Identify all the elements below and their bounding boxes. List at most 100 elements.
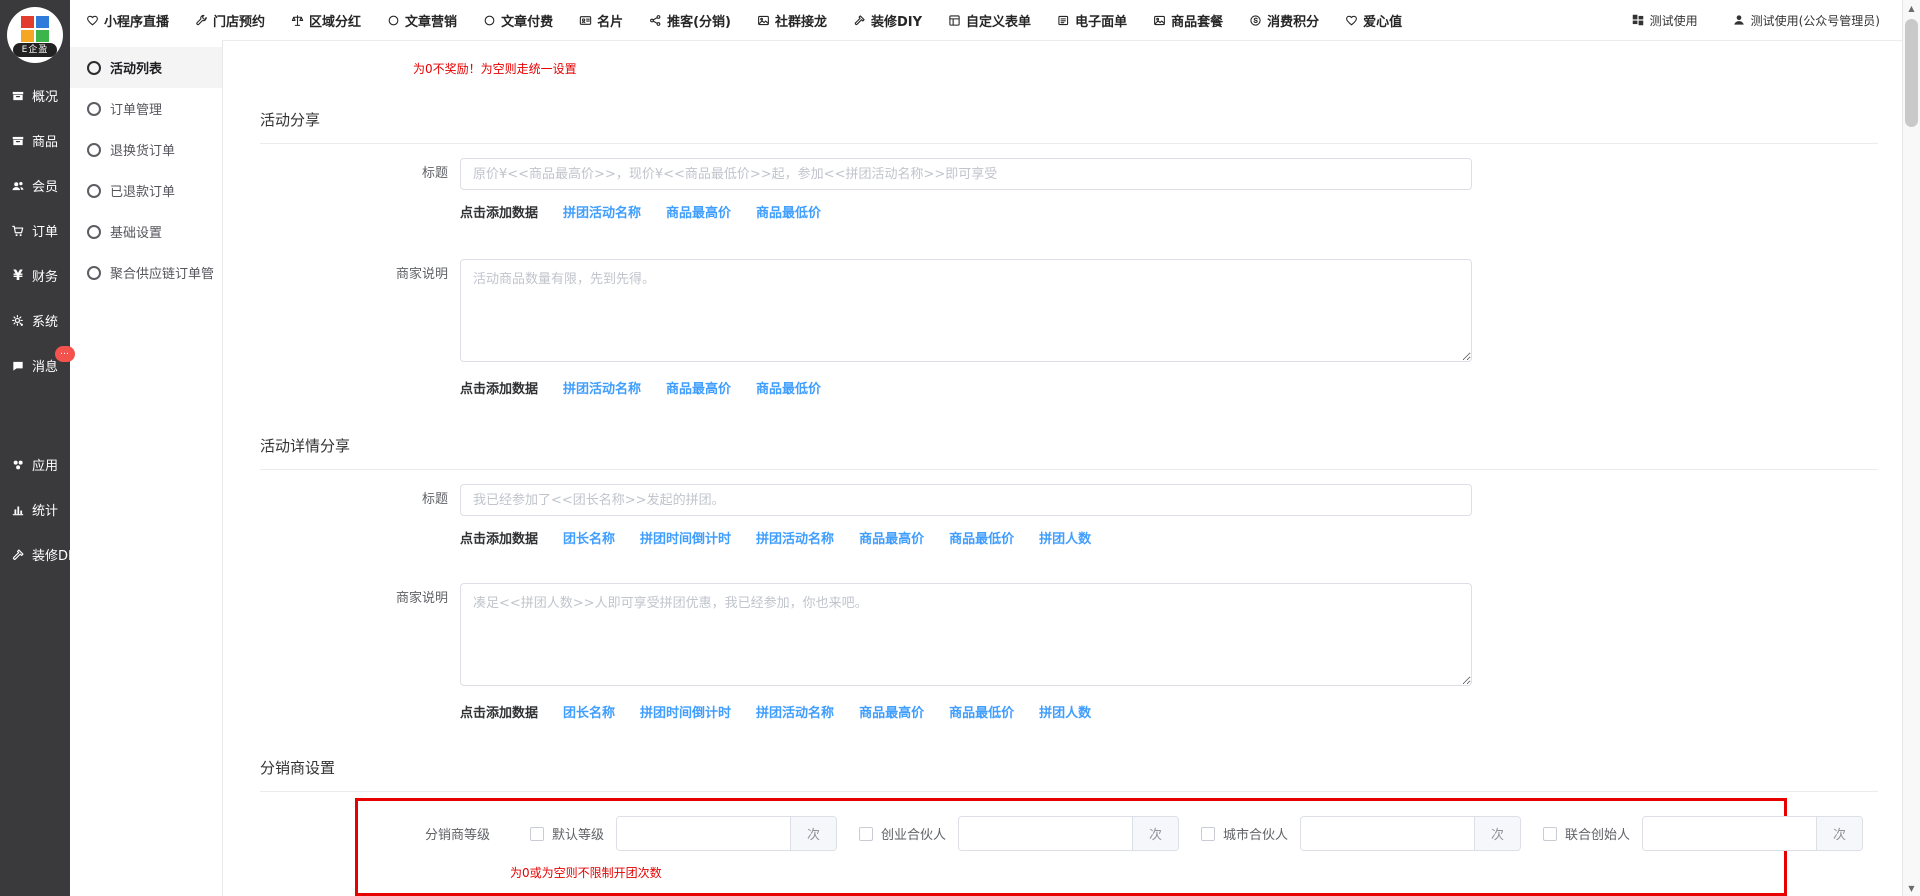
sidebar-item-apps[interactable]: 应用: [0, 442, 70, 487]
city-partner-times-input[interactable]: [1301, 817, 1474, 850]
user-icon: [1732, 13, 1746, 27]
nav-item-article-marketing[interactable]: 文章营销: [387, 11, 457, 30]
hammer-icon: [11, 548, 25, 562]
heart-icon: [86, 14, 99, 27]
add-data-label: 点击添加数据: [460, 528, 538, 547]
tier-default-level: 默认等级 次: [530, 816, 837, 851]
scales-icon: [291, 14, 304, 27]
nav-item-decorate-diy[interactable]: 装修DIY: [853, 11, 922, 30]
tier-name-label: 创业合伙人: [881, 824, 946, 843]
workspace-switcher[interactable]: 测试使用: [1631, 12, 1698, 29]
insert-token-link[interactable]: 拼团时间倒计时: [640, 702, 731, 721]
scrollbar-thumb[interactable]: [1905, 19, 1918, 127]
default-level-times-input[interactable]: [617, 817, 790, 850]
insert-token-link[interactable]: 拼团时间倒计时: [640, 528, 731, 547]
insert-token-link[interactable]: 商品最低价: [756, 202, 821, 221]
vertical-scrollbar[interactable]: ▲ ▼: [1902, 0, 1920, 896]
city-partner-checkbox[interactable]: [1201, 827, 1215, 841]
tier-name-label: 联合创始人: [1565, 824, 1630, 843]
insert-token-link[interactable]: 团长名称: [563, 528, 615, 547]
insert-token-link[interactable]: 商品最低价: [949, 528, 1014, 547]
chat-icon: [11, 359, 25, 373]
circle-bullet-icon: [87, 266, 101, 280]
sidebar-item-messages[interactable]: 消息 …: [0, 343, 70, 388]
circle-icon: [483, 14, 496, 27]
nav-item-region-bonus[interactable]: 区域分红: [291, 11, 361, 30]
open-group-limit-hint-text: 为0或为空则不限制开团次数: [510, 864, 1784, 881]
wrench-icon: [195, 14, 208, 27]
insert-token-link[interactable]: 商品最低价: [756, 378, 821, 397]
reward-hint-text: 为0不奖励！为空则走统一设置: [413, 60, 1878, 77]
nav-item-store-booking[interactable]: 门店预约: [195, 11, 265, 30]
tier-city-partner: 城市合伙人 次: [1201, 816, 1521, 851]
account-menu[interactable]: 测试使用(公众号管理员): [1732, 12, 1880, 29]
brand-logo-mark: [21, 16, 49, 42]
share-desc-textarea[interactable]: [460, 259, 1472, 362]
insert-token-link[interactable]: 拼团活动名称: [563, 202, 641, 221]
submenu-item-refunded-orders[interactable]: 已退款订单: [70, 170, 222, 211]
gear-icon: [11, 314, 25, 328]
sidebar-item-orders[interactable]: 订单: [0, 208, 70, 253]
section-title-activity-detail-share: 活动详情分享: [260, 435, 1878, 470]
insert-token-link[interactable]: 商品最高价: [666, 202, 731, 221]
insert-token-link[interactable]: 拼团活动名称: [756, 528, 834, 547]
circle-bullet-icon: [87, 225, 101, 239]
form-icon: [948, 14, 961, 27]
insert-token-link[interactable]: 拼团人数: [1039, 528, 1091, 547]
scroll-down-arrow-icon[interactable]: ▼: [1903, 880, 1920, 896]
yen-icon: ¥: [11, 268, 25, 284]
nav-item-love-value[interactable]: 爱心值: [1345, 11, 1402, 30]
circle-bullet-icon: [87, 143, 101, 157]
submenu-item-supply-chain-orders[interactable]: 聚合供应链订单管: [70, 252, 222, 293]
insert-token-link[interactable]: 商品最高价: [859, 702, 924, 721]
nav-item-points[interactable]: 消费积分: [1249, 11, 1319, 30]
insert-token-link[interactable]: 商品最高价: [859, 528, 924, 547]
add-data-label: 点击添加数据: [460, 378, 538, 397]
submenu-item-activity-list[interactable]: 活动列表: [70, 47, 222, 88]
sidebar-item-overview[interactable]: 概况: [0, 73, 70, 118]
insert-token-link[interactable]: 拼团活动名称: [563, 378, 641, 397]
section-title-distributor-settings: 分销商设置: [260, 757, 1878, 792]
circle-icon: [387, 14, 400, 27]
sidebar-item-statistics[interactable]: 统计: [0, 487, 70, 532]
circle-bullet-icon: [87, 61, 101, 75]
sidebar-item-decorate-diy[interactable]: 装修DIY: [0, 532, 70, 577]
scroll-up-arrow-icon[interactable]: ▲: [1903, 0, 1920, 16]
nav-item-custom-form[interactable]: 自定义表单: [948, 11, 1031, 30]
co-founder-times-input[interactable]: [1643, 817, 1816, 850]
circle-bullet-icon: [87, 184, 101, 198]
co-founder-checkbox[interactable]: [1543, 827, 1557, 841]
image-icon: [1153, 14, 1166, 27]
startup-partner-times-input[interactable]: [959, 817, 1132, 850]
insert-token-link[interactable]: 商品最低价: [949, 702, 1014, 721]
nav-item-promoter[interactable]: 推客(分销): [649, 11, 731, 30]
secondary-sidebar: 活动列表 订单管理 退换货订单 已退款订单 基础设置 聚合供应链订单管: [70, 40, 223, 896]
share-title-input[interactable]: [460, 158, 1472, 190]
nav-item-group-chain[interactable]: 社群接龙: [757, 11, 827, 30]
apps-icon: [11, 458, 25, 472]
nav-item-article-paid[interactable]: 文章付费: [483, 11, 553, 30]
submenu-item-order-management[interactable]: 订单管理: [70, 88, 222, 129]
title-field-label: 标题: [260, 484, 460, 516]
insert-token-link[interactable]: 商品最高价: [666, 378, 731, 397]
nav-item-business-card[interactable]: 名片: [579, 11, 623, 30]
times-unit-label: 次: [790, 817, 836, 850]
startup-partner-checkbox[interactable]: [859, 827, 873, 841]
detail-title-input[interactable]: [460, 484, 1472, 516]
members-icon: [11, 179, 25, 193]
nav-item-e-waybill[interactable]: 电子面单: [1057, 11, 1127, 30]
nav-item-live[interactable]: 小程序直播: [86, 11, 169, 30]
insert-token-link[interactable]: 拼团人数: [1039, 702, 1091, 721]
insert-token-link[interactable]: 拼团活动名称: [756, 702, 834, 721]
nav-item-product-bundle[interactable]: 商品套餐: [1153, 11, 1223, 30]
sidebar-item-finance[interactable]: ¥ 财务: [0, 253, 70, 298]
sidebar-item-members[interactable]: 会员: [0, 163, 70, 208]
cart-icon: [11, 224, 25, 238]
detail-desc-textarea[interactable]: [460, 583, 1472, 686]
insert-token-link[interactable]: 团长名称: [563, 702, 615, 721]
submenu-item-return-orders[interactable]: 退换货订单: [70, 129, 222, 170]
submenu-item-basic-settings[interactable]: 基础设置: [70, 211, 222, 252]
default-level-checkbox[interactable]: [530, 827, 544, 841]
sidebar-item-system[interactable]: 系统: [0, 298, 70, 343]
sidebar-item-goods[interactable]: 商品: [0, 118, 70, 163]
